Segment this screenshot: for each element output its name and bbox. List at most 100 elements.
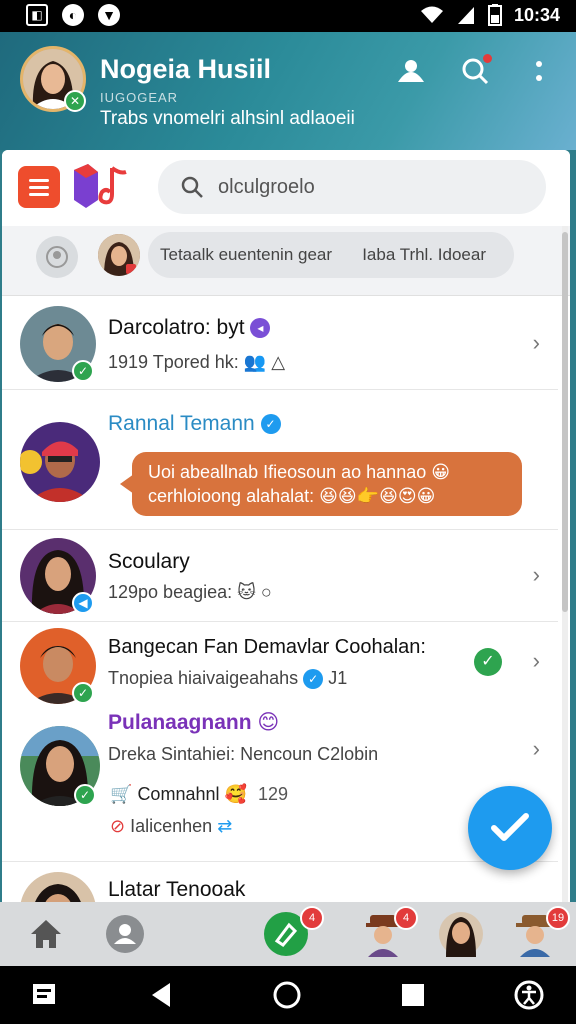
verified-icon: ◂ — [250, 318, 271, 339]
nav-home-button[interactable] — [26, 910, 66, 958]
search-input[interactable] — [218, 175, 518, 199]
chat-name: Bangecan Fan Demavlar Coohalan: — [108, 636, 426, 658]
scrollbar-thumb[interactable] — [562, 232, 568, 612]
nav-chats-button[interactable]: 4 — [262, 906, 324, 958]
contacts-icon — [106, 915, 144, 953]
chevron-right-icon: › — [532, 736, 540, 761]
notification-app-icon: ◧ — [26, 4, 48, 26]
online-badge-icon: ✓ — [74, 784, 96, 806]
status-bar: ◧ ◐ ▼ 10:34 — [0, 0, 576, 32]
story-label-left: Tetaalk euentenin gear — [160, 245, 333, 264]
chat-message: Dreka Sintahiei: Nencoun C2lobin — [108, 744, 379, 764]
chat-item[interactable]: ✓ Bangecan Fan Demavlar Coohalan: Tnopie… — [2, 622, 558, 706]
clock: 10:34 — [513, 4, 560, 25]
nav-contacts-button[interactable] — [104, 910, 146, 958]
stories-bar: Tetaalk euentenin gear Iaba Trhl. Idoear — [2, 226, 570, 296]
chat-name: Darcolatro: byt ◂ — [108, 316, 271, 340]
more-vertical-icon — [536, 61, 542, 81]
emoji-icon: 👥 △ — [243, 352, 286, 372]
user-avatar-icon — [439, 912, 483, 957]
emoji-icon: 🥰 — [224, 784, 247, 804]
search-bar[interactable] — [158, 160, 546, 214]
app-header: ✕ Nogeia Husiil IUGOGEAR Trabs vnomelri … — [0, 32, 576, 150]
contact-avatar — [20, 422, 100, 502]
chevron-right-icon: › — [532, 562, 540, 587]
contact-avatar — [20, 872, 96, 902]
chat-item[interactable]: ◀ Scoulary 129po beagiea: 🐱 ○ › — [2, 530, 558, 622]
notification-app-icon: ▼ — [98, 4, 120, 26]
message-bubble: Uoi abeallnab Ifieosoun ao hannao 😀 cerh… — [120, 452, 522, 516]
online-badge-icon: ✓ — [72, 360, 94, 382]
emoji-icon: 🐱 ○ — [237, 582, 272, 602]
accessibility-button[interactable] — [514, 980, 544, 1010]
verified-icon: ✓ — [303, 669, 324, 690]
notification-dot — [483, 54, 492, 63]
square-icon — [402, 984, 424, 1006]
check-icon — [491, 813, 529, 841]
app-logo-icon — [74, 164, 127, 208]
back-button[interactable] — [146, 980, 176, 1010]
link-icon: ⇄ — [217, 816, 233, 836]
chat-link-line: ⊘ Ialicenhen ⇄ — [110, 816, 233, 836]
accessibility-icon — [514, 980, 544, 1010]
verified-badge-icon: ✕ — [64, 90, 86, 112]
online-badge-icon: ✓ — [72, 682, 94, 704]
profile-tag: IUGOGEAR — [100, 90, 179, 105]
nav-games-button[interactable]: 4 — [362, 906, 418, 958]
story-label-right: Iaba Trhl. Idoear — [362, 245, 486, 264]
story-avatar[interactable] — [98, 234, 140, 276]
search-icon — [181, 176, 203, 198]
contacts-button[interactable] — [394, 54, 428, 88]
menu-button[interactable] — [18, 166, 60, 208]
attachment-icon: 🛒 — [110, 784, 133, 804]
main-panel: Tetaalk euentenin gear Iaba Trhl. Idoear… — [2, 150, 570, 902]
toolbar — [2, 150, 570, 226]
chat-name: Pulanaagnann 😊 — [108, 711, 280, 734]
nav-more-button[interactable]: 19 — [514, 906, 570, 958]
add-story-button[interactable] — [36, 236, 78, 278]
chat-attachment-line: 🛒 Comnahnl 🥰 129 — [110, 784, 288, 804]
chat-message: 1919 Tpored hk: 👥 △ — [108, 352, 286, 372]
emoji-icon: 😊 — [257, 711, 280, 734]
chat-item[interactable]: Llatar Tenooak — [2, 862, 558, 902]
story-pill[interactable]: Tetaalk euentenin gear Iaba Trhl. Idoear — [148, 232, 514, 278]
chat-name: Scoulary — [108, 550, 190, 573]
chat-item[interactable]: ✓ Darcolatro: byt ◂ 1919 Tpored hk: 👥 △ … — [2, 296, 558, 390]
more-badge: 19 — [546, 906, 570, 930]
back-triangle-icon — [152, 983, 170, 1007]
wifi-icon — [420, 6, 443, 23]
chat-item[interactable]: Rannal Temann ✓ Uoi abeallnab Ifieosoun … — [2, 390, 558, 530]
games-badge: 4 — [394, 906, 418, 930]
chat-message: Tnopiea hiaivaigeahahs ✓ J1 — [108, 668, 348, 690]
notes-icon — [33, 984, 55, 1004]
verified-icon: ✓ — [260, 414, 281, 435]
signal-icon — [457, 7, 474, 24]
status-badge-icon: ◀ — [72, 592, 94, 614]
emoji-icon: 😀 — [431, 462, 451, 482]
chat-name: Llatar Tenooak — [108, 878, 246, 901]
home-circle-icon — [273, 981, 301, 1009]
chat-name: Rannal Temann ✓ — [108, 412, 281, 436]
search-button[interactable] — [458, 54, 492, 88]
android-navigation-bar — [0, 966, 576, 1024]
no-sign-icon: ⊘ — [110, 816, 126, 836]
notification-app-icon: ◐ — [62, 4, 84, 26]
nav-profile-button[interactable] — [438, 910, 484, 958]
bottom-nav: 4 4 19 — [0, 902, 576, 966]
home-button[interactable] — [272, 980, 302, 1010]
chevron-right-icon: › — [532, 330, 540, 355]
profile-name: Nogeia Husiil — [100, 54, 272, 84]
profile-avatar[interactable]: ✕ — [20, 46, 86, 112]
delivered-check-icon: ✓ — [474, 648, 502, 676]
chats-badge: 4 — [300, 906, 324, 930]
battery-icon — [487, 4, 502, 26]
compose-fab-button[interactable] — [468, 786, 552, 870]
overview-button[interactable] — [398, 980, 428, 1010]
emoji-icon: 😆😆👉😆😍😀 — [319, 486, 436, 506]
chevron-right-icon: › — [532, 648, 540, 673]
chat-message: 129po beagiea: 🐱 ○ — [108, 582, 272, 602]
recent-apps-button[interactable] — [30, 980, 60, 1010]
more-options-button[interactable] — [522, 54, 556, 88]
profile-subtitle: Trabs vnomelri alhsinl adlaoeii — [100, 108, 355, 129]
people-icon — [398, 60, 424, 82]
